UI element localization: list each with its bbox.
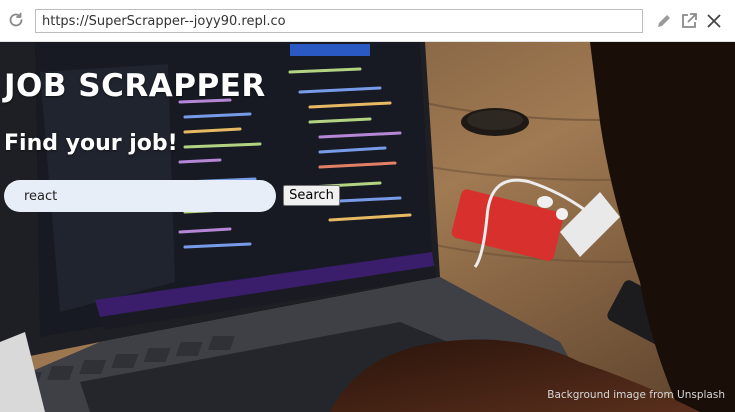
edit-icon[interactable]	[654, 11, 674, 31]
background-credit: Background image from Unsplash	[547, 389, 725, 401]
url-input[interactable]	[35, 9, 643, 33]
search-input[interactable]	[4, 180, 276, 212]
reload-icon[interactable]	[6, 10, 26, 30]
external-link-icon[interactable]	[679, 11, 699, 31]
close-icon[interactable]	[704, 11, 724, 31]
search-button[interactable]: Search	[283, 185, 340, 206]
background-hero-image: JOB SCRAPPER Find your job! Search Backg…	[0, 42, 735, 412]
page-subtitle: Find your job!	[4, 131, 178, 156]
browser-toolbar	[0, 0, 735, 42]
page-title: JOB SCRAPPER	[4, 68, 266, 104]
